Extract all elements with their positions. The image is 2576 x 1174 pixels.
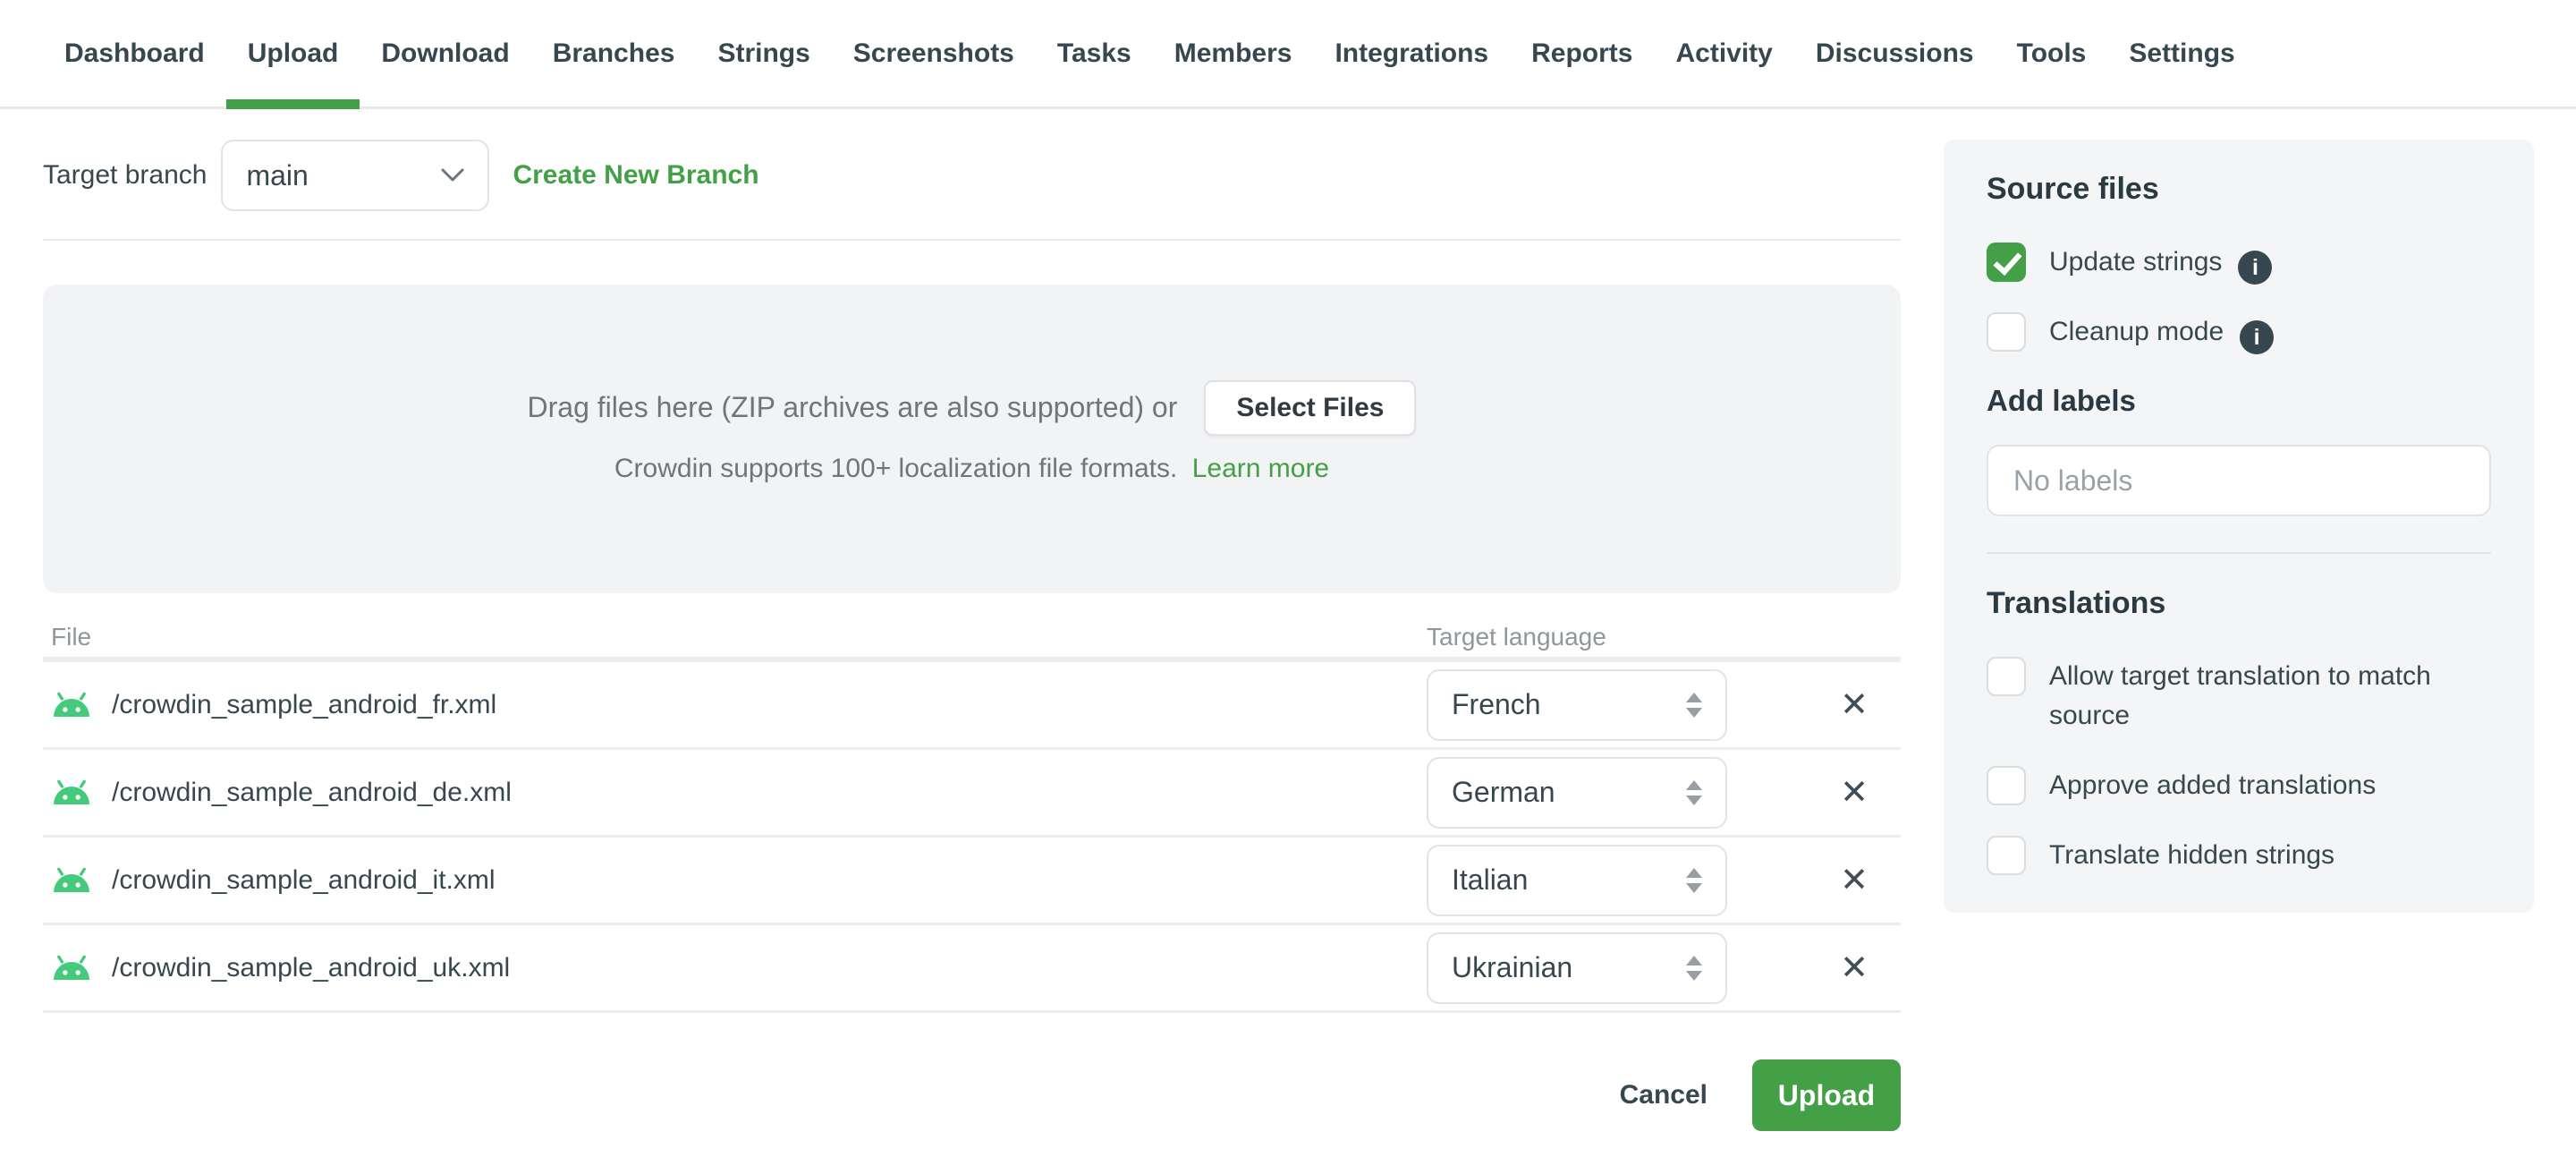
option-translate-hidden: Translate hidden strings [1987,836,2491,875]
tab-reports[interactable]: Reports [1510,0,1654,106]
file-dropzone[interactable]: Drag files here (ZIP archives are also s… [43,285,1901,593]
cleanup-mode-checkbox[interactable] [1987,312,2026,352]
language-select-value: German [1452,776,1555,808]
allow-match-source-checkbox[interactable] [1987,657,2026,696]
approve-added-label: Approve added translations [2049,770,2377,800]
file-cell: /crowdin_sample_android_fr.xml [51,690,496,720]
select-arrows-icon [1686,779,1702,805]
table-row: /crowdin_sample_android_it.xml Italian ✕ [43,838,1901,925]
table-row: /crowdin_sample_android_fr.xml French ✕ [43,662,1901,750]
file-cell: /crowdin_sample_android_de.xml [51,778,512,808]
option-update-strings: Update strings i [1987,242,2491,285]
files-table-header: File Target language [43,617,1901,662]
remove-file-button[interactable]: ✕ [1840,951,1868,985]
branch-select-value: main [246,158,309,191]
tab-dashboard[interactable]: Dashboard [43,0,226,106]
dropzone-formats-row: Crowdin supports 100+ localization file … [614,454,1329,484]
select-arrows-icon [1686,955,1702,981]
language-select[interactable]: Ukrainian [1427,932,1727,1004]
upload-options-panel: Source files Update strings i Cleanup mod… [1944,140,2534,913]
sidebar-divider [1987,552,2491,554]
tab-strings[interactable]: Strings [696,0,831,106]
tab-tools[interactable]: Tools [1996,0,2108,106]
tab-members[interactable]: Members [1153,0,1314,106]
top-navigation: Dashboard Upload Download Branches Strin… [0,0,2576,109]
remove-file-button[interactable]: ✕ [1840,688,1868,722]
file-path: /crowdin_sample_android_fr.xml [112,689,497,719]
upload-button[interactable]: Upload [1752,1059,1901,1131]
allow-match-source-label: Allow target translation to match source [2049,661,2431,730]
files-table: File Target language /crowdin_sample_and… [43,617,1901,1013]
column-header-target-language: Target language [1427,623,1606,651]
upload-button-label: Upload [1777,1078,1876,1111]
select-arrows-icon [1686,867,1702,893]
option-allow-match-source: Allow target translation to match source [1987,657,2491,736]
file-path: /crowdin_sample_android_it.xml [112,864,496,895]
branch-bar-divider [43,239,1901,241]
formats-text: Crowdin supports 100+ localization file … [614,453,1178,483]
tab-download[interactable]: Download [360,0,530,106]
language-select-value: Ukrainian [1452,951,1573,983]
file-cell: /crowdin_sample_android_it.xml [51,865,496,896]
source-files-title: Source files [1987,172,2159,206]
approve-added-checkbox[interactable] [1987,766,2026,805]
table-row: /crowdin_sample_android_de.xml German ✕ [43,750,1901,838]
translate-hidden-checkbox[interactable] [1987,836,2026,875]
language-select[interactable]: Italian [1427,844,1727,916]
target-branch-label: Target branch [43,160,208,190]
language-select-value: French [1452,688,1541,720]
tab-branches[interactable]: Branches [531,0,697,106]
table-row: /crowdin_sample_android_uk.xml Ukrainian… [43,925,1901,1013]
translations-title: Translations [1987,586,2166,620]
translate-hidden-label: Translate hidden strings [2049,840,2335,870]
file-path: /crowdin_sample_android_uk.xml [112,952,511,983]
info-icon[interactable]: i [2238,251,2273,285]
cancel-button[interactable]: Cancel [1620,1080,1707,1110]
update-strings-checkbox[interactable] [1987,242,2026,282]
language-select-value: Italian [1452,863,1529,896]
file-cell: /crowdin_sample_android_uk.xml [51,953,510,983]
tab-screenshots[interactable]: Screenshots [832,0,1036,106]
tab-upload[interactable]: Upload [225,0,360,109]
option-approve-added: Approve added translations [1987,766,2491,805]
target-branch-bar: Target branch main Create New Branch [43,140,759,211]
dropzone-instruction-row: Drag files here (ZIP archives are also s… [527,379,1417,436]
select-arrows-icon [1686,692,1702,718]
tab-activity[interactable]: Activity [1654,0,1793,106]
dropzone-drag-text: Drag files here (ZIP archives are also s… [527,391,1178,423]
select-files-button[interactable]: Select Files [1204,379,1417,436]
nav-tabs: Dashboard Upload Download Branches Strin… [0,0,2576,109]
cleanup-mode-label: Cleanup mode i [2049,312,2491,354]
update-strings-label: Update strings i [2049,242,2491,285]
android-file-icon [51,779,92,806]
android-file-icon [51,955,92,982]
select-files-button-label: Select Files [1236,392,1385,422]
branch-select[interactable]: main [221,140,490,211]
add-labels-input[interactable] [1987,445,2491,516]
footer-actions: Cancel Upload [43,1059,1901,1131]
add-labels-title: Add labels [1987,384,2136,417]
tab-settings[interactable]: Settings [2107,0,2256,106]
tab-discussions[interactable]: Discussions [1794,0,1996,106]
remove-file-button[interactable]: ✕ [1840,863,1868,898]
column-header-file: File [51,623,92,651]
android-file-icon [51,867,92,894]
tab-tasks[interactable]: Tasks [1036,0,1153,106]
learn-more-link[interactable]: Learn more [1192,454,1329,483]
file-path: /crowdin_sample_android_de.xml [112,777,512,807]
language-select[interactable]: French [1427,668,1727,741]
tab-integrations[interactable]: Integrations [1313,0,1510,106]
create-new-branch-link[interactable]: Create New Branch [513,160,758,191]
option-cleanup-mode: Cleanup mode i [1987,312,2491,354]
language-select[interactable]: German [1427,756,1727,829]
remove-file-button[interactable]: ✕ [1840,776,1868,810]
info-icon[interactable]: i [2240,320,2275,354]
chevron-down-icon [441,168,464,182]
android-file-icon [51,692,92,719]
